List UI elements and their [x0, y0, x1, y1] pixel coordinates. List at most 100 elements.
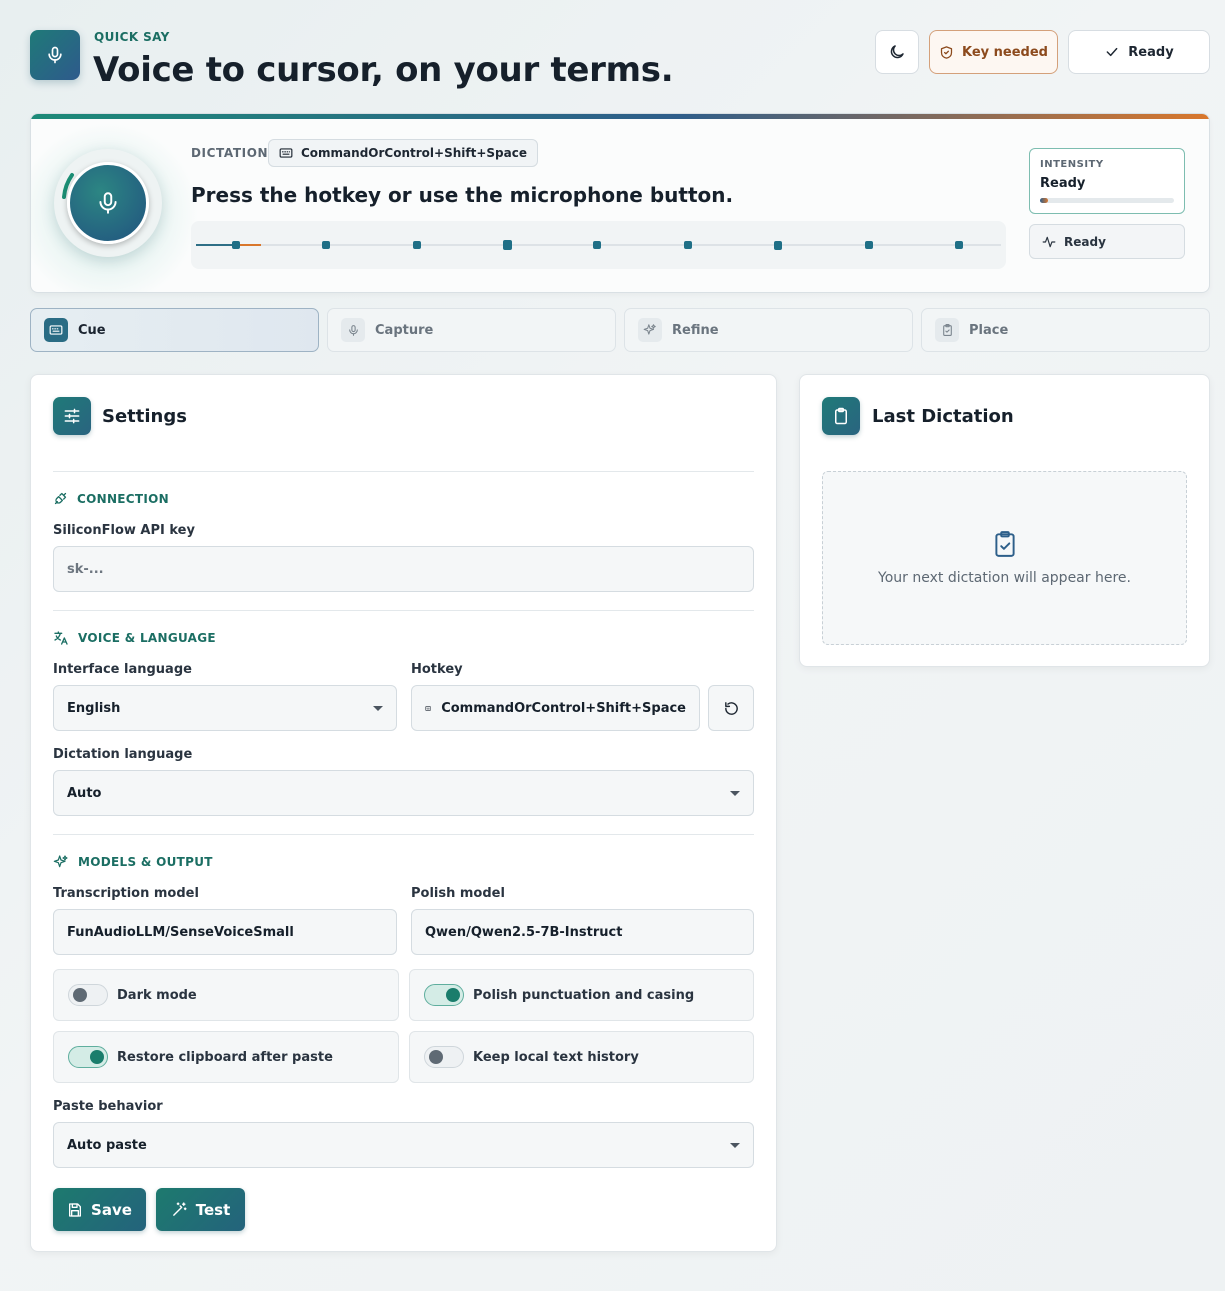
interface-language-value: English	[67, 700, 121, 716]
chevron-down-icon	[730, 790, 740, 796]
step-icon	[341, 318, 365, 342]
shield-icon	[940, 45, 953, 59]
step-capture[interactable]: Capture	[327, 308, 616, 352]
intensity-track	[1040, 198, 1174, 203]
restore-clipboard-toggle[interactable]: Restore clipboard after paste	[53, 1031, 399, 1083]
theme-toggle-button[interactable]	[875, 30, 919, 74]
status-pill-label: Ready	[1064, 234, 1106, 249]
dictation-language-label: Dictation language	[53, 747, 193, 762]
dictation-hero-card: DICTATION CommandOrControl+Shift+Space P…	[30, 113, 1210, 293]
hotkey-value: CommandOrControl+Shift+Space	[441, 700, 686, 716]
history-switch[interactable]	[424, 1046, 464, 1068]
dark-mode-switch[interactable]	[68, 984, 108, 1006]
paste-behavior-select[interactable]: Auto paste	[53, 1122, 754, 1168]
divider	[53, 471, 754, 472]
hotkey-input[interactable]: CommandOrControl+Shift+Space	[411, 685, 700, 731]
section-voice: VOICE & LANGUAGE	[53, 630, 216, 646]
app-eyebrow: QUICK SAY	[94, 30, 170, 44]
key-needed-button[interactable]: Key needed	[929, 30, 1058, 74]
waveform-dot	[413, 241, 421, 249]
waveform-dot	[955, 241, 963, 249]
save-button[interactable]: Save	[53, 1188, 146, 1231]
app-logo	[30, 30, 80, 80]
ready-status-label: Ready	[1128, 44, 1174, 60]
last-dictation-empty: Your next dictation will appear here.	[822, 471, 1187, 645]
polish-model-label: Polish model	[411, 886, 505, 901]
save-label: Save	[91, 1200, 132, 1219]
intensity-label: INTENSITY	[1040, 159, 1104, 170]
history-toggle[interactable]: Keep local text history	[409, 1031, 754, 1083]
hero-accent-bar	[31, 114, 1209, 119]
polish-model-input[interactable]: Qwen/Qwen2.5-7B-Instruct	[411, 909, 754, 955]
section-connection: CONNECTION	[53, 491, 169, 506]
settings-title: Settings	[102, 406, 187, 427]
mic-icon	[99, 192, 117, 214]
api-key-placeholder: sk-...	[67, 561, 104, 577]
step-refine[interactable]: Refine	[624, 308, 913, 352]
divider	[53, 834, 754, 835]
dictation-language-value: Auto	[67, 785, 102, 801]
page-title: Voice to cursor, on your terms.	[93, 50, 674, 90]
dark-mode-toggle[interactable]: Dark mode	[53, 969, 399, 1021]
test-label: Test	[195, 1200, 231, 1219]
last-dictation-empty-text: Your next dictation will appear here.	[878, 570, 1131, 586]
plug-icon	[54, 492, 67, 505]
microphone-button[interactable]	[67, 162, 149, 244]
save-icon	[69, 1202, 82, 1217]
translate-icon	[54, 631, 68, 645]
dictation-language-select[interactable]: Auto	[53, 770, 754, 816]
step-label: Refine	[672, 322, 719, 338]
section-voice-label: VOICE & LANGUAGE	[78, 631, 216, 645]
test-button[interactable]: Test	[156, 1188, 245, 1231]
status-pill: Ready	[1029, 224, 1185, 259]
last-dictation-icon	[822, 397, 860, 435]
hero-message: Press the hotkey or use the microphone b…	[191, 183, 734, 207]
polish-switch[interactable]	[424, 984, 464, 1006]
paste-behavior-value: Auto paste	[67, 1137, 147, 1153]
step-icon	[638, 318, 662, 342]
hotkey-chip-label: CommandOrControl+Shift+Space	[301, 146, 527, 160]
reset-hotkey-button[interactable]	[708, 685, 754, 731]
step-cue[interactable]: Cue	[30, 308, 319, 352]
polish-model-value: Qwen/Qwen2.5-7B-Instruct	[425, 924, 623, 940]
step-icon	[44, 318, 68, 342]
mic-icon	[348, 324, 358, 336]
api-key-input[interactable]: sk-...	[53, 546, 754, 592]
interface-language-select[interactable]: English	[53, 685, 397, 731]
waveform-track	[196, 240, 1001, 250]
sparkles-icon	[643, 324, 656, 335]
polish-toggle[interactable]: Polish punctuation and casing	[409, 969, 754, 1021]
divider	[53, 610, 754, 611]
waveform-dot	[865, 241, 873, 249]
dark-mode-label: Dark mode	[117, 987, 197, 1003]
clipboard-check-icon	[994, 531, 1015, 557]
waveform-dot	[503, 240, 512, 250]
step-label: Place	[969, 322, 1009, 338]
restore-clipboard-switch[interactable]	[68, 1046, 108, 1068]
transcription-model-input[interactable]: FunAudioLLM/SenseVoiceSmall	[53, 909, 397, 955]
clipboard-icon	[835, 407, 847, 425]
hotkey-chip: CommandOrControl+Shift+Space	[268, 139, 538, 167]
waveform-dot	[684, 241, 692, 249]
dictation-label: DICTATION	[191, 146, 269, 160]
history-label: Keep local text history	[473, 1049, 639, 1065]
hotkey-label: Hotkey	[411, 662, 463, 677]
polish-label: Polish punctuation and casing	[473, 987, 695, 1003]
last-dictation-card: Last Dictation Your next dictation will …	[799, 374, 1210, 667]
settings-card: Settings CONNECTION SiliconFlow API key …	[30, 374, 777, 1252]
waveform-dot	[774, 241, 782, 250]
step-label: Capture	[375, 322, 434, 338]
transcription-model-value: FunAudioLLM/SenseVoiceSmall	[67, 924, 294, 940]
waveform-dot	[322, 241, 330, 249]
last-dictation-title: Last Dictation	[872, 406, 1014, 427]
step-label: Cue	[78, 322, 106, 338]
step-place[interactable]: Place	[921, 308, 1210, 352]
sliders-icon	[64, 408, 80, 424]
waveform-dot	[232, 241, 240, 249]
key-needed-label: Key needed	[962, 44, 1048, 60]
magic-wand-icon	[172, 1202, 187, 1216]
intensity-value: Ready	[1040, 176, 1086, 191]
section-connection-label: CONNECTION	[77, 491, 169, 506]
ready-status-button[interactable]: Ready	[1068, 30, 1210, 74]
clipboard-check-icon	[942, 324, 952, 336]
